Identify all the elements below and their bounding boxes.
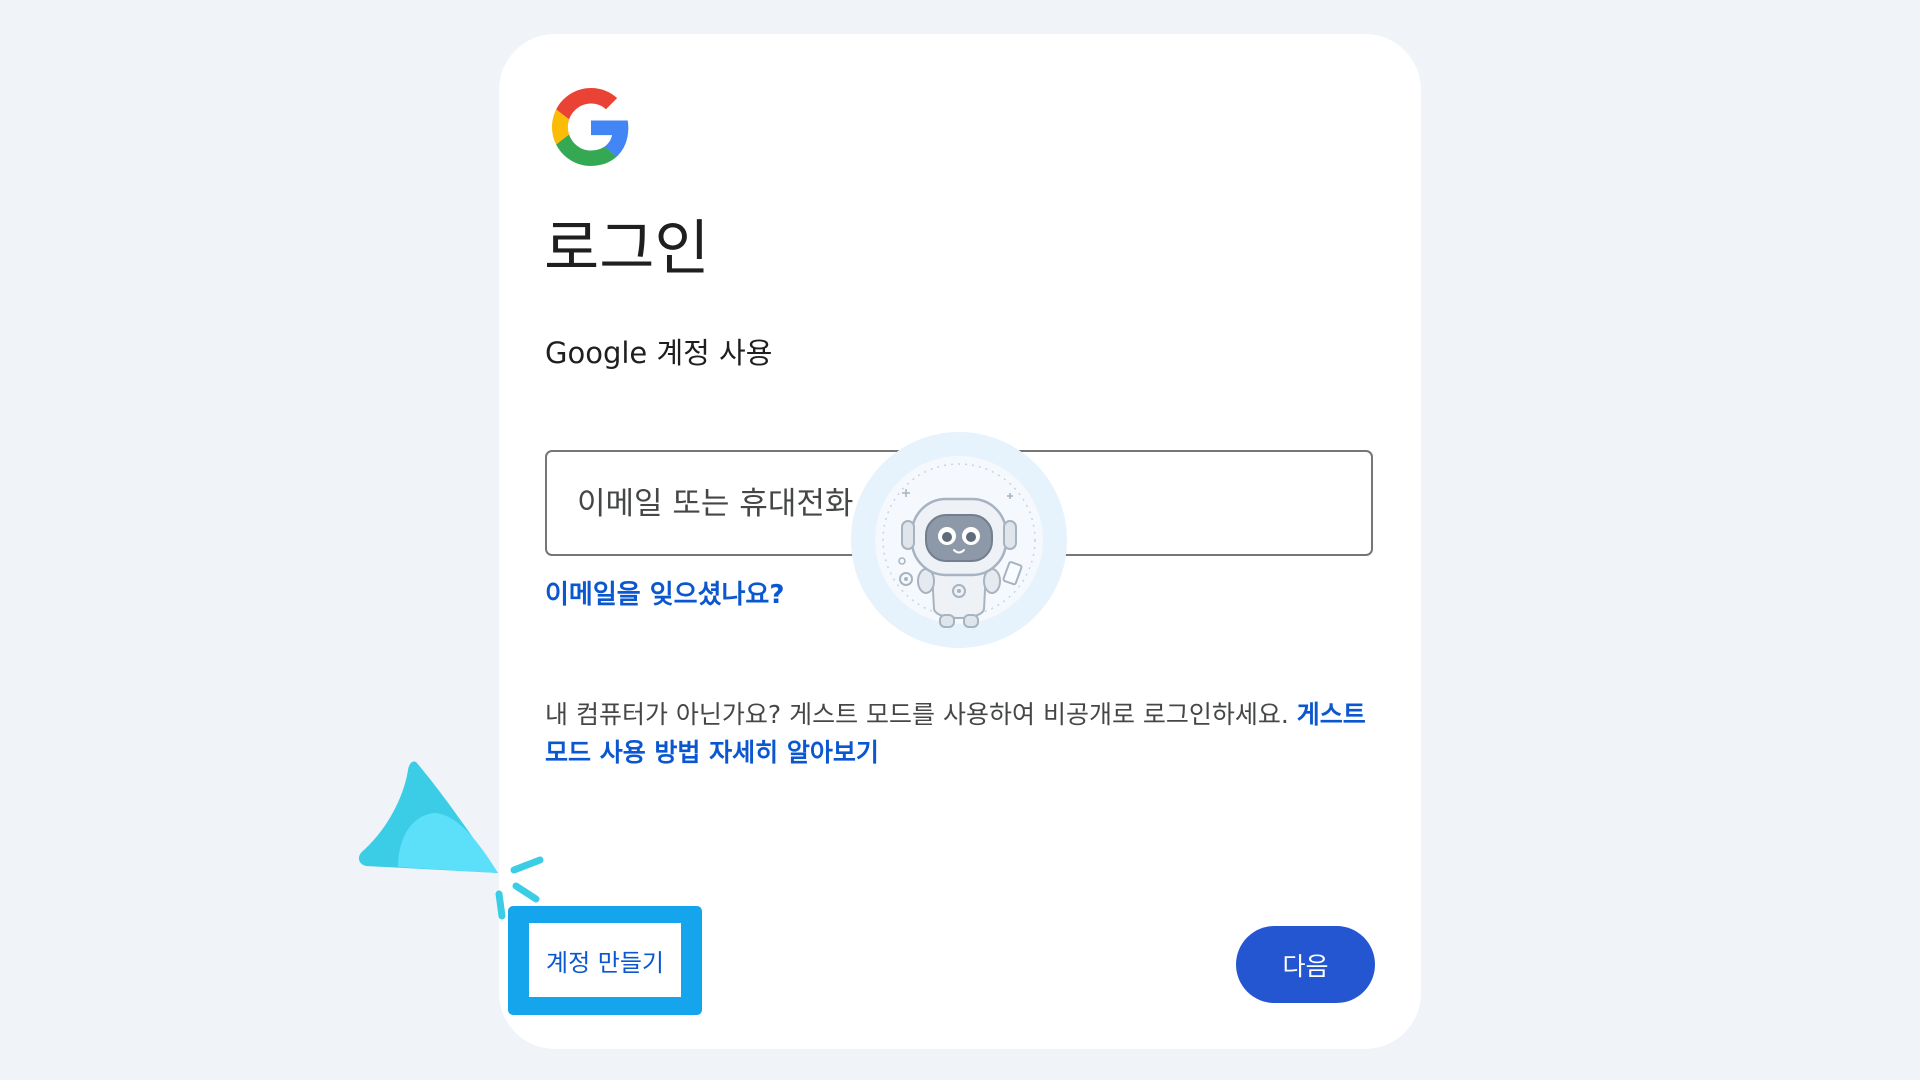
guest-mode-text: 내 컴퓨터가 아닌가요? 게스트 모드를 사용하여 비공개로 로그인하세요.	[545, 700, 1297, 729]
forgot-email-link[interactable]: 이메일을 잊으셨나요?	[545, 574, 784, 611]
page-title: 로그인	[544, 214, 710, 284]
google-logo-icon	[552, 88, 629, 166]
cursor-pointer-icon	[358, 761, 544, 920]
page-subtitle: Google 계정 사용	[545, 336, 773, 370]
next-button[interactable]: 다음	[1236, 926, 1375, 1003]
robot-mascot-icon	[851, 432, 1067, 648]
create-account-button[interactable]: 계정 만들기	[529, 923, 681, 997]
create-account-container: 계정 만들기	[529, 923, 681, 997]
guest-mode-info: 내 컴퓨터가 아닌가요? 게스트 모드를 사용하여 비공개로 로그인하세요. 게…	[545, 696, 1385, 772]
